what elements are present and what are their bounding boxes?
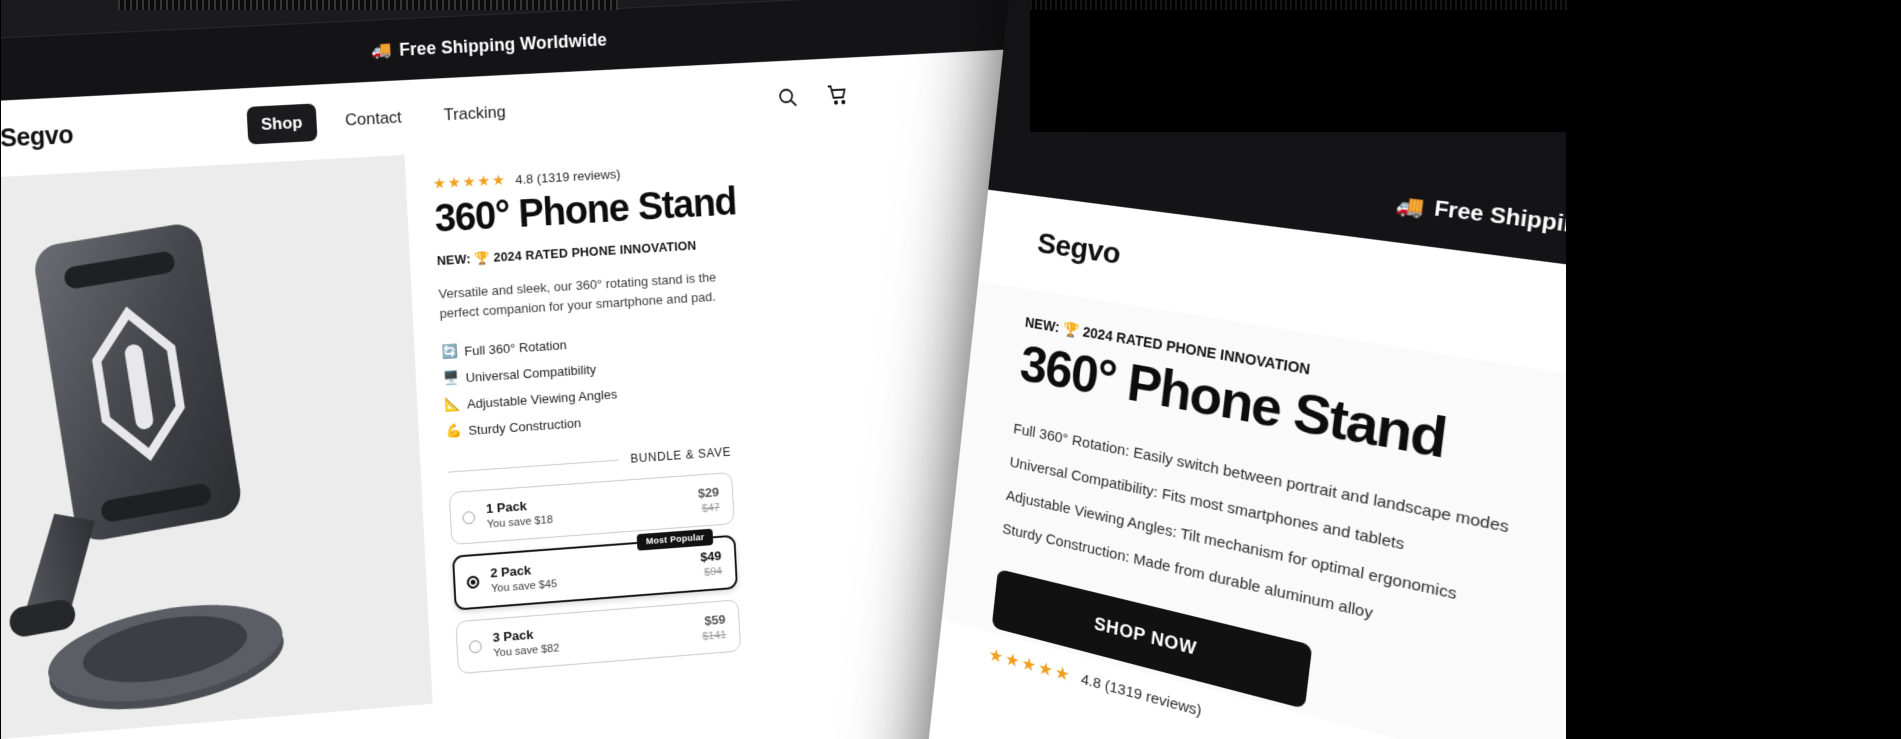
browser-window-primary: 🚚 Free Shipping Worldwide Segvo Shop Con… [0, 0, 1051, 739]
desktop-background-top [1030, 0, 1570, 132]
search-icon[interactable] [776, 85, 799, 109]
bundle-option-3-pack[interactable]: 3 Pack You save $82 $59 $141 [455, 599, 741, 674]
pack-original-price: $47 [699, 502, 721, 515]
nav-link-tracking[interactable]: Tracking [430, 93, 520, 135]
desktop-background-left [0, 0, 1, 739]
nav-links: Shop Contact Tracking [246, 93, 519, 145]
bundle-option-2-pack[interactable]: Most Popular 2 Pack You save $45 $49 $94 [452, 535, 738, 611]
nav-link-contact[interactable]: Contact [331, 98, 416, 140]
site-logo[interactable]: Segvo [0, 111, 248, 153]
rotation-icon: 🔄 [441, 344, 458, 361]
pack-price: $59 [701, 612, 726, 628]
hero-copy: NEW: 🏆 2024 RATED PHONE INNOVATION 360° … [991, 314, 1629, 739]
pack-original-price: $141 [702, 629, 726, 642]
shipping-banner-text: Free Shipping Worldwide [399, 29, 608, 60]
angle-icon: 📐 [444, 396, 461, 413]
pack-pricing: $49 $94 [700, 548, 722, 579]
muscle-icon: 💪 [445, 423, 462, 440]
radio-icon-selected[interactable] [467, 575, 480, 589]
product-page-body: ★★★★★ 4.8 (1319 reviews) 360° Phone Stan… [0, 121, 1046, 739]
truck-icon: 🚚 [1395, 191, 1427, 221]
most-popular-badge: Most Popular [637, 529, 713, 551]
screen-artifact [1030, 0, 1570, 10]
feature-label: Sturdy Construction [468, 415, 581, 437]
radio-icon[interactable] [469, 640, 482, 654]
nav-actions [776, 75, 995, 109]
pack-info: 3 Pack You save $82 [492, 615, 691, 660]
cart-icon[interactable] [826, 83, 849, 107]
divider [448, 459, 619, 472]
product-gallery[interactable] [0, 155, 433, 739]
screen: 🚚 Free Shipping Worldwide Segvo Shop Con… [0, 0, 1901, 739]
desktop-background-right [1566, 0, 1901, 739]
truck-icon: 🚚 [371, 40, 393, 61]
pack-pricing: $59 $141 [701, 612, 726, 643]
pack-pricing: $29 $47 [698, 485, 720, 516]
nav-link-shop[interactable]: Shop [246, 103, 317, 144]
monitor-icon: 🖥️ [443, 370, 460, 387]
pack-price: $29 [698, 485, 720, 501]
product-description: Versatile and sleek, our 360° rotating s… [438, 267, 723, 323]
site-logo[interactable]: Segvo [1036, 227, 1122, 272]
pack-price: $49 [700, 548, 722, 564]
screen-artifact [118, 0, 618, 10]
bundle-header-label: BUNDLE & SAVE [630, 445, 731, 466]
product-feature-list: 🔄 Full 360° Rotation 🖥️ Universal Compat… [441, 310, 979, 439]
feature-label: Adjustable Viewing Angles [467, 386, 618, 411]
feature-label: Universal Compatibility [465, 361, 596, 384]
pack-original-price: $94 [701, 566, 723, 579]
bundle-header: BUNDLE & SAVE [447, 445, 731, 479]
radio-icon[interactable] [462, 511, 475, 525]
product-image [0, 195, 413, 739]
rating-text: 4.8 (1319 reviews) [515, 166, 621, 186]
pack-info: 2 Pack You save $45 [490, 551, 690, 595]
star-rating-icon: ★★★★★ [432, 171, 507, 193]
bundle-options: 1 Pack You save $18 $29 $47 Most Popular [449, 472, 741, 674]
pack-info: 1 Pack You save $18 [486, 487, 688, 531]
feature-label: Full 360° Rotation [464, 337, 567, 358]
